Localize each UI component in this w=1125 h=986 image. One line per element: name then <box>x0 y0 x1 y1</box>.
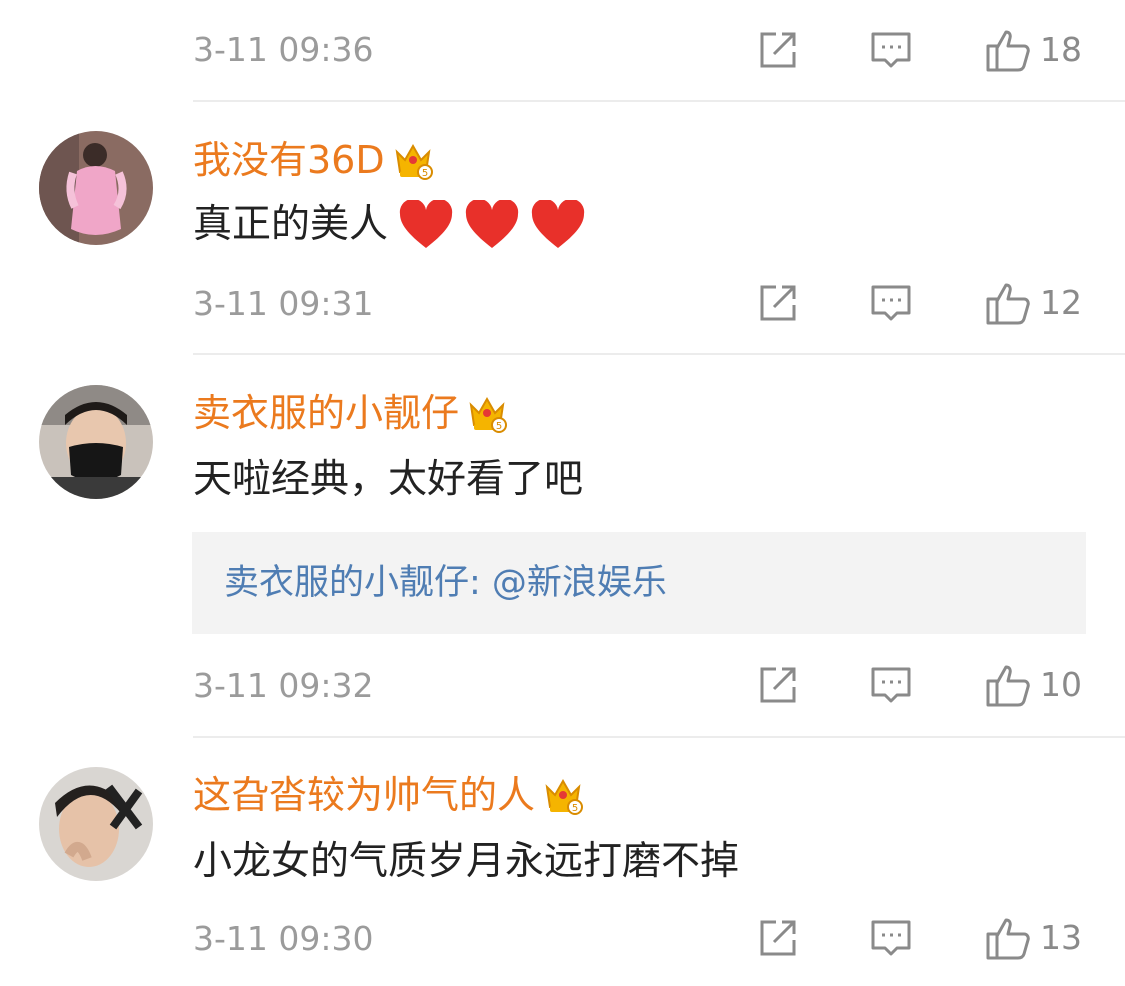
repost-button[interactable] <box>756 663 800 707</box>
thumbs-up-icon <box>986 30 1030 72</box>
comment-text-content: 真正的美人 <box>193 202 389 247</box>
red-heart-icon <box>531 200 585 248</box>
comment-button[interactable] <box>869 916 913 960</box>
red-heart-icon <box>465 200 519 248</box>
comment-1-timestamp: 3-11 09:31 <box>193 284 374 323</box>
avatar[interactable] <box>39 767 153 881</box>
like-count: 18 <box>1040 30 1082 69</box>
repost-icon <box>760 920 796 956</box>
repost-button[interactable] <box>756 281 800 325</box>
red-heart-icon <box>399 200 453 248</box>
comment-button[interactable] <box>869 28 913 72</box>
divider <box>193 353 1125 355</box>
comment-text: 小龙女的气质岁月永远打磨不掉 <box>193 838 739 886</box>
crown-badge-icon: 5 <box>395 143 433 180</box>
divider <box>193 100 1125 102</box>
comment-icon <box>871 920 911 956</box>
comment-button[interactable] <box>869 281 913 325</box>
username-text: 这旮沓较为帅气的人 <box>193 773 536 817</box>
comment-0-timestamp: 3-11 09:36 <box>193 30 374 69</box>
comment-text: 真正的美人 <box>193 200 586 250</box>
svg-text:5: 5 <box>496 421 502 432</box>
comment-text: 天啦经典，太好看了吧 <box>193 456 583 504</box>
repost-icon <box>760 32 796 68</box>
username-text: 我没有36D <box>193 138 385 182</box>
crown-badge-icon: 5 <box>545 778 584 815</box>
comment-icon <box>871 667 911 703</box>
comment-3-timestamp: 3-11 09:30 <box>193 919 374 958</box>
thumbs-up-icon <box>986 918 1030 960</box>
like-button[interactable]: 12 <box>984 279 1082 327</box>
like-count: 13 <box>1040 918 1082 957</box>
comment-2-timestamp: 3-11 09:32 <box>193 666 374 705</box>
reply-preview-text[interactable]: 卖衣服的小靓仔: @新浪娱乐 <box>224 562 667 604</box>
divider <box>193 736 1125 738</box>
svg-text:5: 5 <box>572 803 578 814</box>
repost-icon <box>760 667 796 703</box>
repost-button[interactable] <box>756 28 800 72</box>
svg-text:5: 5 <box>421 168 427 179</box>
crown-badge-icon: 5 <box>469 396 508 433</box>
username[interactable]: 我没有36D 5 <box>193 137 435 183</box>
thumbs-up-icon <box>986 665 1030 707</box>
avatar-image <box>39 767 153 881</box>
avatar[interactable] <box>39 385 153 499</box>
comment-text-content: 小龙女的气质岁月永远打磨不掉 <box>193 839 740 884</box>
like-button[interactable]: 13 <box>984 914 1082 962</box>
comment-icon <box>871 285 911 321</box>
username[interactable]: 这旮沓较为帅气的人 5 <box>193 772 585 818</box>
username[interactable]: 卖衣服的小靓仔 5 <box>193 390 509 436</box>
avatar-image <box>39 131 153 245</box>
avatar[interactable] <box>39 131 153 245</box>
repost-button[interactable] <box>756 916 800 960</box>
comment-icon <box>871 32 911 68</box>
like-count: 12 <box>1040 283 1082 322</box>
comment-text-content: 天啦经典，太好看了吧 <box>193 457 584 502</box>
repost-icon <box>760 285 796 321</box>
username-text: 卖衣服的小靓仔 <box>193 391 460 435</box>
avatar-image <box>39 385 153 499</box>
thumbs-up-icon <box>986 283 1030 325</box>
like-button[interactable]: 10 <box>984 661 1082 709</box>
like-button[interactable]: 18 <box>984 26 1082 74</box>
comment-button[interactable] <box>869 663 913 707</box>
like-count: 10 <box>1040 665 1082 704</box>
reply-preview[interactable]: 卖衣服的小靓仔: @新浪娱乐 <box>192 532 1086 634</box>
